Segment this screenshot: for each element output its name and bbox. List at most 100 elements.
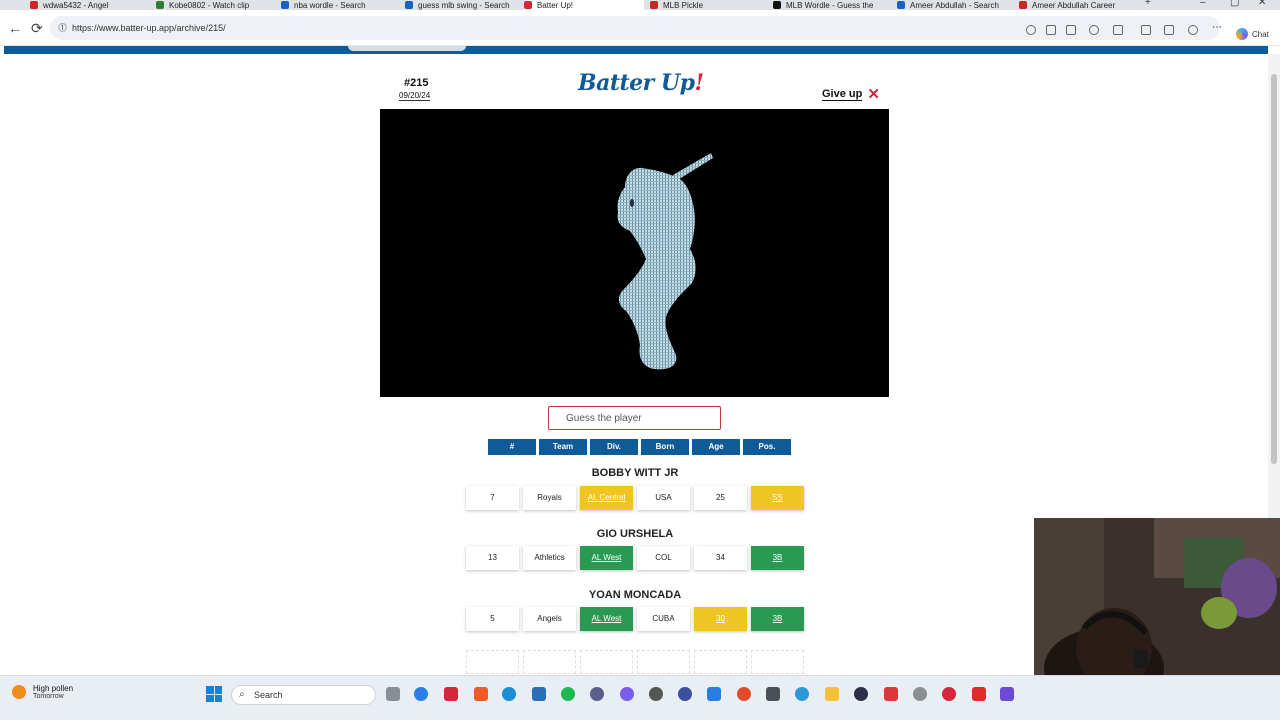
file-explorer-icon[interactable] bbox=[825, 687, 839, 701]
site-info-icon[interactable]: ⓵ bbox=[58, 16, 67, 40]
column-header: # bbox=[488, 439, 536, 455]
favorite-star-icon[interactable] bbox=[1066, 25, 1076, 35]
empty-cell bbox=[637, 650, 690, 674]
app-icon[interactable] bbox=[1000, 687, 1014, 701]
guess-cell-position: SS bbox=[751, 486, 804, 510]
tab-label: wdwa5432 - Angel bbox=[43, 0, 109, 10]
app-icon[interactable] bbox=[766, 687, 780, 701]
browser-tab[interactable]: wdwa5432 - Angel bbox=[30, 0, 138, 10]
guess-cell-age: 30 bbox=[694, 607, 747, 631]
discord-icon[interactable] bbox=[620, 687, 634, 701]
split-screen-icon[interactable] bbox=[1141, 25, 1151, 35]
guess-row: 7 Royals AL Central USA 25 SS bbox=[466, 486, 808, 510]
photos-app-icon[interactable] bbox=[532, 687, 546, 701]
tab-label: MLB Wordle - Guess the bbox=[786, 0, 874, 10]
give-up-label: Give up bbox=[822, 88, 863, 101]
tab-label: nba wordle - Search bbox=[294, 0, 366, 10]
app-icon[interactable] bbox=[884, 687, 898, 701]
brave-browser-icon[interactable] bbox=[474, 687, 488, 701]
guess-player-input[interactable] bbox=[548, 406, 721, 430]
app-icon[interactable] bbox=[590, 687, 604, 701]
guess-cell-team: Angels bbox=[523, 607, 576, 631]
empty-guess-row bbox=[466, 650, 808, 674]
give-up-button[interactable]: Give up ✕ bbox=[822, 86, 880, 103]
news-app-icon[interactable] bbox=[444, 687, 458, 701]
copilot-icon bbox=[1236, 28, 1248, 40]
minimize-icon[interactable]: – bbox=[1200, 0, 1206, 8]
empty-cell bbox=[751, 650, 804, 674]
copilot-chat-button[interactable]: Chat bbox=[1236, 28, 1269, 40]
tab-favicon-icon bbox=[524, 1, 532, 9]
url-field[interactable]: ⓵ https://www.batter-up.app/archive/215/ bbox=[50, 16, 1220, 40]
taskbar-search[interactable]: ⌕ Search bbox=[231, 685, 376, 705]
weather-widget[interactable]: High pollen Tomorrow bbox=[12, 684, 73, 700]
guess-player-name: YOAN MONCADA bbox=[588, 589, 682, 601]
favorites-icon[interactable] bbox=[1164, 25, 1174, 35]
tab-favicon-icon bbox=[156, 1, 164, 9]
refresh-extension-icon[interactable] bbox=[1113, 25, 1123, 35]
app-icon[interactable] bbox=[707, 687, 721, 701]
new-tab-icon[interactable]: + bbox=[1145, 0, 1151, 8]
browser-tab[interactable]: guess mlb swing - Search bbox=[405, 0, 513, 10]
url-text: https://www.batter-up.app/archive/215/ bbox=[72, 23, 226, 33]
more-menu-icon[interactable]: ⋯ bbox=[1212, 22, 1222, 33]
profile-icon[interactable] bbox=[1188, 25, 1198, 35]
puzzle-date-link[interactable]: 09/20/24 bbox=[399, 91, 431, 101]
extension-icon[interactable] bbox=[1089, 25, 1099, 35]
guess-cell-born: COL bbox=[637, 546, 690, 570]
guess-cell-position: 3B bbox=[751, 546, 804, 570]
webcam-person-image bbox=[1034, 518, 1280, 676]
maximize-icon[interactable]: ▢ bbox=[1230, 0, 1239, 8]
site-logo-pill[interactable] bbox=[348, 46, 466, 51]
guess-cell-division: AL West bbox=[580, 546, 633, 570]
guess-player-name: GIO URSHELA bbox=[596, 528, 674, 540]
weather-title: High pollen bbox=[33, 684, 74, 693]
browser-tab-active[interactable]: Batter Up! bbox=[524, 0, 644, 10]
task-view-icon[interactable] bbox=[386, 687, 400, 701]
chat-label: Chat bbox=[1252, 29, 1269, 39]
app-icon[interactable] bbox=[854, 687, 868, 701]
app-icon[interactable] bbox=[678, 687, 692, 701]
tab-label: Kobe0802 - Watch clip bbox=[169, 0, 250, 10]
close-x-icon: ✕ bbox=[867, 86, 880, 103]
empty-cell bbox=[523, 650, 576, 674]
obs-icon[interactable] bbox=[649, 687, 663, 701]
scrollbar-thumb[interactable] bbox=[1271, 74, 1277, 464]
opera-icon[interactable] bbox=[942, 687, 956, 701]
browser-tab[interactable]: MLB Wordle - Guess the bbox=[773, 0, 881, 10]
browser-tab[interactable]: Kobe0802 - Watch clip bbox=[156, 0, 266, 10]
puzzle-number: #215 bbox=[404, 77, 429, 89]
silhouette-panel bbox=[380, 109, 889, 397]
webcam-overlay bbox=[1034, 518, 1280, 676]
spotify-icon[interactable] bbox=[561, 687, 575, 701]
guess-cell-born: USA bbox=[637, 486, 690, 510]
edge-browser-icon[interactable] bbox=[502, 687, 516, 701]
empty-cell bbox=[580, 650, 633, 674]
guess-row: 13 Athletics AL West COL 34 3B bbox=[466, 546, 808, 570]
close-window-icon[interactable]: ✕ bbox=[1258, 0, 1266, 8]
browser-tab[interactable]: Ameer Abdullah Career bbox=[1019, 0, 1127, 10]
back-icon[interactable]: ← bbox=[8, 20, 22, 36]
tab-label: guess mlb swing - Search bbox=[418, 0, 510, 10]
browser-tab[interactable]: Ameer Abdullah - Search bbox=[897, 0, 1005, 10]
copilot-taskbar-icon[interactable] bbox=[414, 687, 428, 701]
column-headers: # Team Div. Born Age Pos. bbox=[488, 439, 794, 455]
browser-tab[interactable]: MLB Pickle bbox=[650, 0, 758, 10]
guess-cell-position: 3B bbox=[751, 607, 804, 631]
app-icon[interactable] bbox=[913, 687, 927, 701]
windows-start-icon[interactable] bbox=[206, 686, 222, 702]
tab-label: MLB Pickle bbox=[663, 0, 704, 10]
tab-favicon-icon bbox=[405, 1, 413, 9]
tab-favicon-icon bbox=[897, 1, 905, 9]
browser-tab[interactable]: nba wordle - Search bbox=[281, 0, 389, 10]
refresh-icon[interactable]: ⟳ bbox=[31, 20, 43, 37]
guess-cell-number: 13 bbox=[466, 546, 519, 570]
read-aloud-icon[interactable] bbox=[1046, 25, 1056, 35]
column-header: Born bbox=[641, 439, 689, 455]
youtube-icon[interactable] bbox=[972, 687, 986, 701]
guess-cell-team: Athletics bbox=[523, 546, 576, 570]
chrome-icon[interactable] bbox=[737, 687, 751, 701]
telegram-icon[interactable] bbox=[795, 687, 809, 701]
zoom-icon[interactable] bbox=[1026, 25, 1036, 35]
browser-tab-strip: wdwa5432 - Angel Kobe0802 - Watch clip n… bbox=[0, 0, 1280, 10]
